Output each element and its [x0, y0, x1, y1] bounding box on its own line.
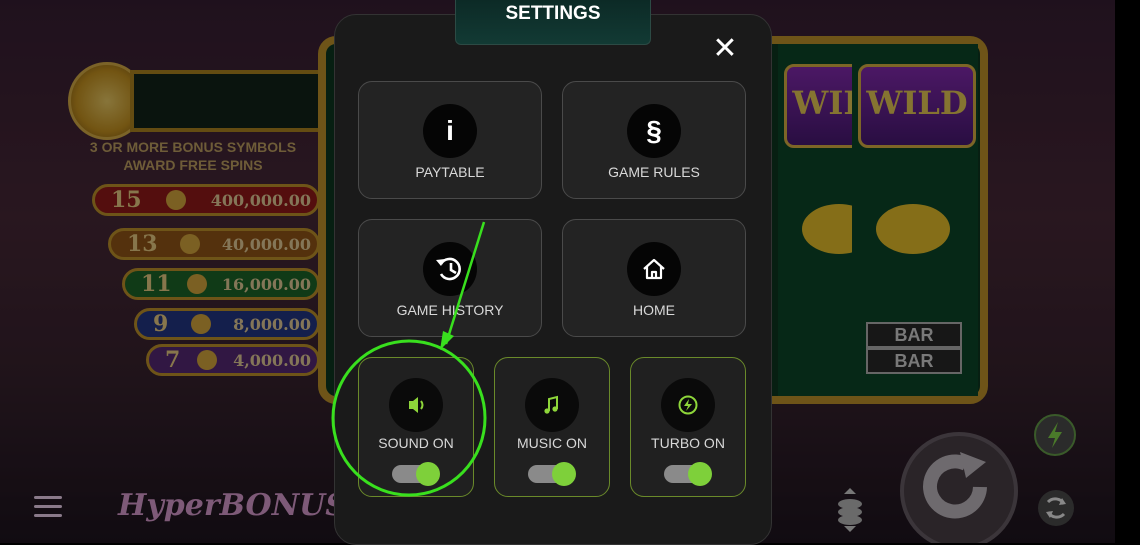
toggle-knob — [688, 462, 712, 486]
game-history-button[interactable]: GAME HISTORY — [358, 219, 542, 337]
paytable-label: PAYTABLE — [415, 164, 485, 180]
game-rules-button[interactable]: § GAME RULES — [562, 81, 746, 199]
toggle-knob — [552, 462, 576, 486]
home-icon — [627, 242, 681, 296]
toggle-knob — [416, 462, 440, 486]
info-icon: i — [423, 104, 477, 158]
turbo-label: TURBO ON — [651, 435, 725, 451]
home-button[interactable]: HOME — [562, 219, 746, 337]
hyperbonus-logo: HyperBONUS — [118, 488, 347, 523]
spin-button[interactable] — [900, 432, 1018, 543]
music-toggle-tile[interactable]: MUSIC ON — [494, 357, 610, 497]
sound-toggle[interactable] — [392, 462, 440, 486]
home-label: HOME — [633, 302, 675, 318]
sound-toggle-tile[interactable]: SOUND ON — [358, 357, 474, 497]
music-note-icon — [525, 378, 579, 432]
section-icon: § — [627, 104, 681, 158]
music-toggle[interactable] — [528, 462, 576, 486]
turbo-toggle-tile[interactable]: TURBO ON — [630, 357, 746, 497]
game-history-label: GAME HISTORY — [396, 302, 504, 318]
game-rules-label: GAME RULES — [608, 164, 700, 180]
bet-stack-icon[interactable] — [836, 488, 864, 537]
close-icon[interactable]: ✕ — [710, 34, 740, 64]
turbo-lightning-icon[interactable] — [1032, 412, 1078, 463]
speaker-icon — [389, 378, 443, 432]
sound-label: SOUND ON — [378, 435, 454, 451]
turbo-toggle[interactable] — [664, 462, 712, 486]
history-icon — [423, 242, 477, 296]
autoplay-icon[interactable] — [1036, 488, 1076, 533]
menu-icon[interactable] — [34, 496, 62, 522]
lightning-icon — [661, 378, 715, 432]
settings-title: SETTINGS — [455, 0, 651, 45]
music-label: MUSIC ON — [517, 435, 587, 451]
paytable-button[interactable]: i PAYTABLE — [358, 81, 542, 199]
